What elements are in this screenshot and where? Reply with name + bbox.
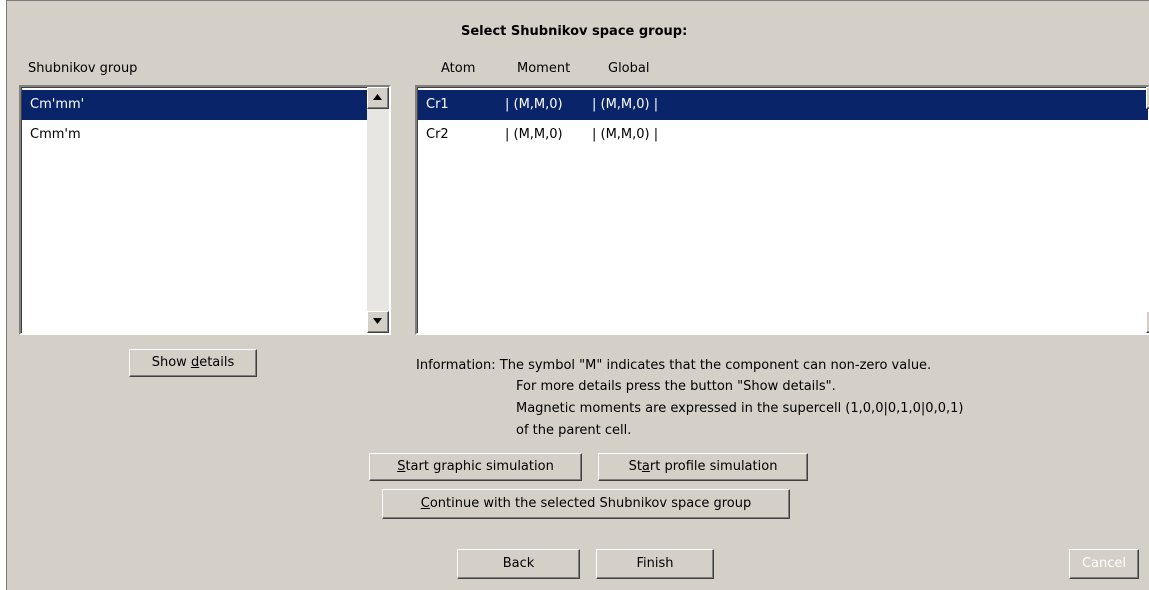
atom-moment-list[interactable]: Cr1 | (M,M,0) | (M,M,0) | Cr2 | (M,M,0) … xyxy=(415,85,1149,335)
continue-label: Continue with the selected Shubnikov spa… xyxy=(420,496,752,511)
global-cell: | (M,M,0) | xyxy=(592,97,659,112)
column-header-atom: Atom xyxy=(441,61,476,76)
start-profile-simulation-button[interactable]: Start profile simulation xyxy=(598,453,808,481)
table-row[interactable]: Cr2 | (M,M,0) | (M,M,0) | xyxy=(418,120,1148,150)
scroll-down-button[interactable] xyxy=(367,311,389,333)
back-label: Back xyxy=(502,556,535,571)
atom-cell: Cr2 xyxy=(426,127,449,142)
list-item[interactable]: Cm'mm' xyxy=(22,90,367,120)
info-line-2: For more details press the button "Show … xyxy=(516,379,836,394)
info-line-4: of the parent cell. xyxy=(516,423,632,438)
group-item-label: Cmm'm xyxy=(30,127,81,142)
start-graphic-simulation-button[interactable]: Start graphic simulation xyxy=(369,453,582,481)
dialog-title: Select Shubnikov space group: xyxy=(461,24,688,39)
table-row[interactable]: Cr1 | (M,M,0) | (M,M,0) | xyxy=(418,90,1148,120)
global-cell: | (M,M,0) | xyxy=(592,127,659,142)
group-list-scrollbar[interactable] xyxy=(367,87,389,333)
info-line-3: Magnetic moments are expressed in the su… xyxy=(516,401,964,416)
group-item-label: Cm'mm' xyxy=(30,97,85,112)
moment-cell: | (M,M,0) xyxy=(505,127,563,142)
show-details-label: Show details xyxy=(151,355,235,370)
cancel-button[interactable]: Cancel xyxy=(1069,549,1139,579)
scroll-up-button[interactable] xyxy=(367,87,389,109)
continue-button[interactable]: Continue with the selected Shubnikov spa… xyxy=(382,489,790,519)
arrow-down-icon xyxy=(373,318,382,324)
list-item[interactable]: Cmm'm xyxy=(22,120,367,150)
start-graphic-label: Start graphic simulation xyxy=(397,459,554,474)
moment-cell: | (M,M,0) xyxy=(505,97,563,112)
shubnikov-group-list[interactable]: Cm'mm' Cmm'm xyxy=(19,85,391,335)
atom-cell: Cr1 xyxy=(426,97,449,112)
info-line-1: Information: The symbol "M" indicates th… xyxy=(416,358,932,373)
cancel-label: Cancel xyxy=(1081,556,1127,571)
show-details-button[interactable]: Show details xyxy=(129,349,257,377)
finish-button[interactable]: Finish xyxy=(596,549,714,579)
column-header-global: Global xyxy=(608,61,650,76)
start-profile-label: Start profile simulation xyxy=(628,459,778,474)
dialog-panel: Select Shubnikov space group: Shubnikov … xyxy=(6,0,1149,590)
group-list-header: Shubnikov group xyxy=(28,61,138,76)
back-button[interactable]: Back xyxy=(457,549,580,579)
finish-label: Finish xyxy=(636,556,674,571)
arrow-up-icon xyxy=(373,94,382,100)
column-header-moment: Moment xyxy=(517,61,571,76)
